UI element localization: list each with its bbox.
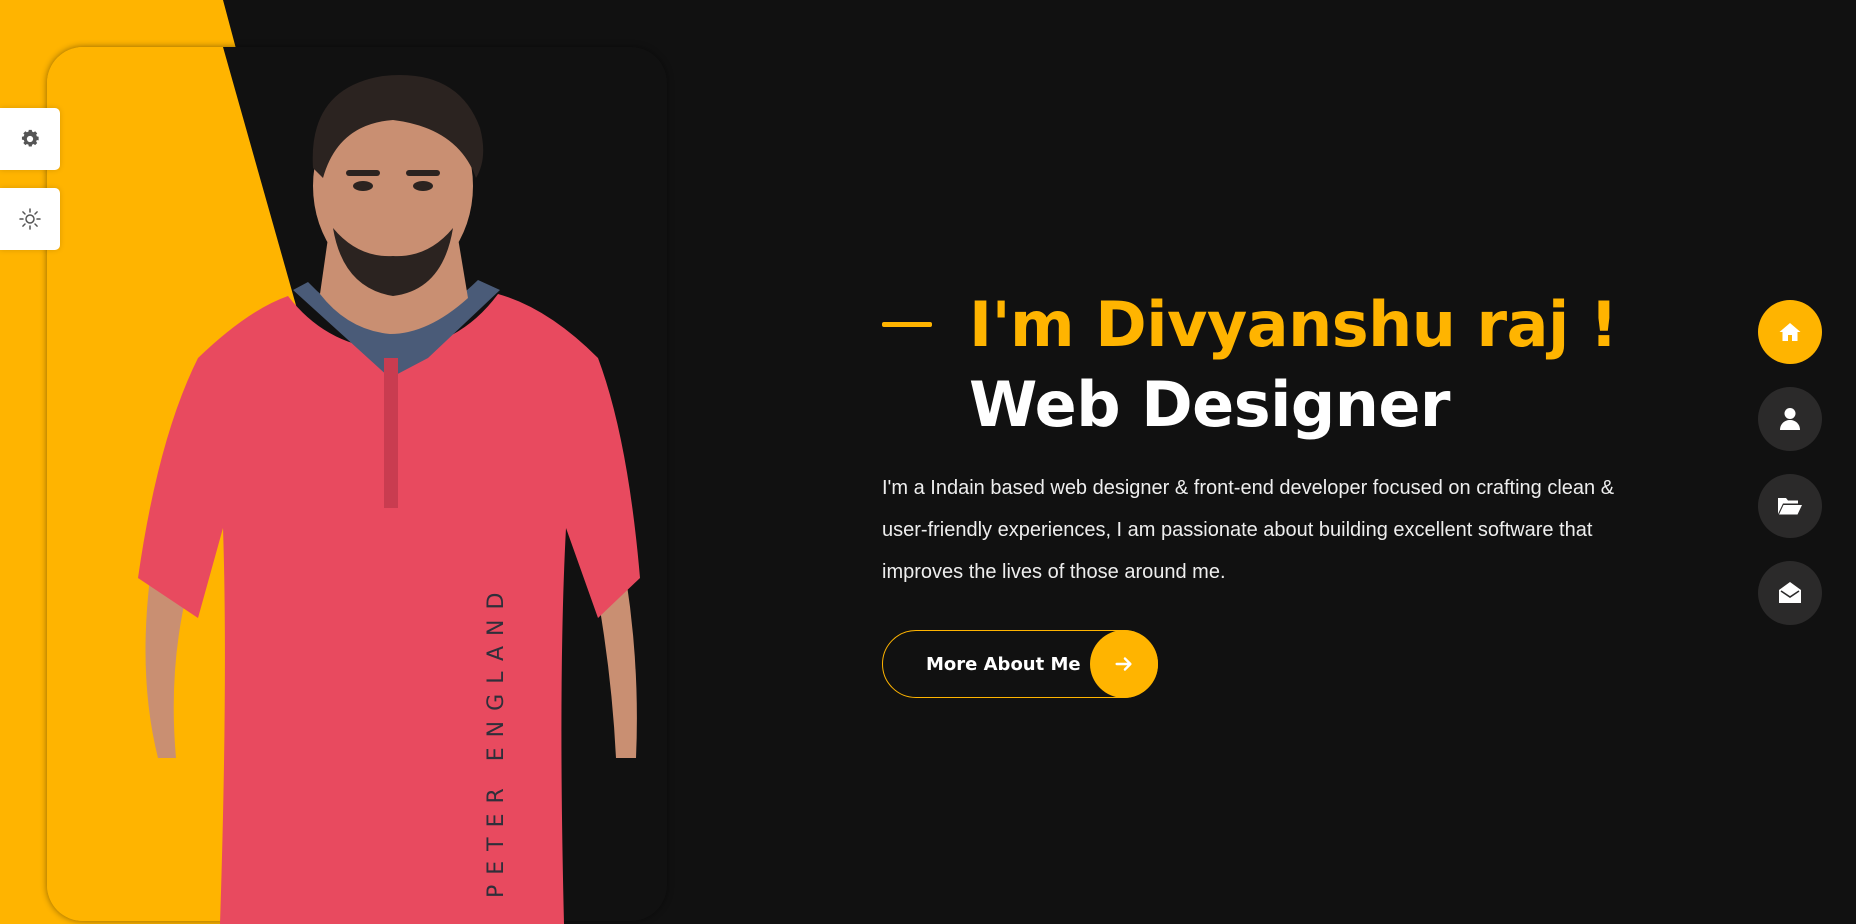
nav-item-contact[interactable] [1758, 561, 1822, 625]
home-page: PETER ENGLAND I'm Divyanshu raj ! Web De… [0, 0, 1856, 924]
nav-item-portfolio[interactable] [1758, 474, 1822, 538]
more-about-me-button[interactable]: More About Me [882, 630, 1158, 698]
nav-item-home[interactable] [1758, 300, 1822, 364]
hero-name: I'm Divyanshu raj ! [969, 288, 1618, 361]
shirt-brand-text: PETER ENGLAND [484, 583, 509, 898]
hero-role: Web Designer [969, 368, 1451, 441]
arrow-right-icon [1090, 630, 1158, 698]
nav-item-about[interactable] [1758, 387, 1822, 451]
gear-icon [21, 129, 39, 147]
settings-button[interactable] [0, 108, 60, 170]
envelope-open-icon [1779, 582, 1801, 603]
user-icon [1780, 408, 1800, 430]
side-nav [1758, 300, 1822, 648]
sun-icon [19, 208, 41, 230]
more-about-me-label: More About Me [926, 653, 1081, 675]
home-icon [1779, 323, 1801, 341]
portrait-image: PETER ENGLAND [138, 75, 640, 924]
hero-section: I'm Divyanshu raj ! Web Designer I'm a I… [882, 285, 1642, 593]
hero-bio: I'm a Indain based web designer & front-… [882, 477, 1615, 583]
title-accent-line [882, 322, 932, 327]
folder-open-icon [1778, 498, 1802, 515]
theme-toggle-button[interactable] [0, 188, 60, 250]
